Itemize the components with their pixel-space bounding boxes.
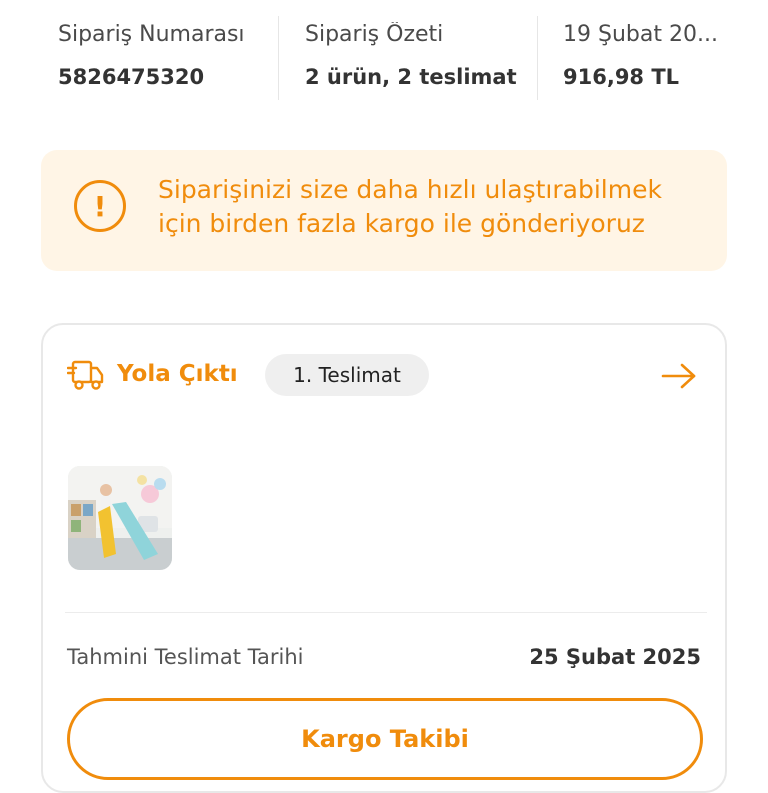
order-number-column: Sipariş Numarası 5826475320 <box>58 22 263 102</box>
truck-icon <box>67 360 104 390</box>
warning-icon: ! <box>74 180 126 232</box>
order-number-value: 5826475320 <box>58 65 205 89</box>
delivery-card: Yola Çıktı 1. Teslimat Tahmini Teslimat <box>41 323 727 793</box>
arrow-right-icon[interactable] <box>661 361 697 391</box>
order-summary-value: 2 ürün, 2 teslimat <box>305 65 517 89</box>
notice-line-2: için birden fazla kargo ile gönderiyoruz <box>158 209 645 238</box>
column-divider <box>278 16 279 100</box>
order-date-label: 19 Şubat 20... <box>563 22 718 47</box>
order-summary-label: Sipariş Özeti <box>305 22 444 47</box>
order-summary-column: Sipariş Özeti 2 ürün, 2 teslimat <box>305 22 525 102</box>
order-total-value: 916,98 TL <box>563 65 680 89</box>
multi-shipment-notice: ! Siparişinizi size daha hızlı ulaştırab… <box>41 150 727 271</box>
product-image <box>68 466 172 570</box>
order-date-column: 19 Şubat 20... 916,98 TL <box>563 22 743 102</box>
notice-text: Siparişinizi size daha hızlı ulaştırabil… <box>158 173 708 241</box>
estimated-delivery-date: 25 Şubat 2025 <box>529 645 701 669</box>
notice-line-1: Siparişinizi size daha hızlı ulaştırabil… <box>158 175 662 204</box>
card-divider <box>65 612 707 613</box>
column-divider <box>537 16 538 100</box>
product-thumbnail[interactable] <box>68 466 172 570</box>
order-number-label: Sipariş Numarası <box>58 22 245 47</box>
estimated-delivery-label: Tahmini Teslimat Tarihi <box>67 645 304 669</box>
delivery-status: Yola Çıktı <box>117 361 238 387</box>
order-summary-header: Sipariş Numarası 5826475320 Sipariş Özet… <box>0 0 768 120</box>
delivery-badge: 1. Teslimat <box>265 354 429 396</box>
